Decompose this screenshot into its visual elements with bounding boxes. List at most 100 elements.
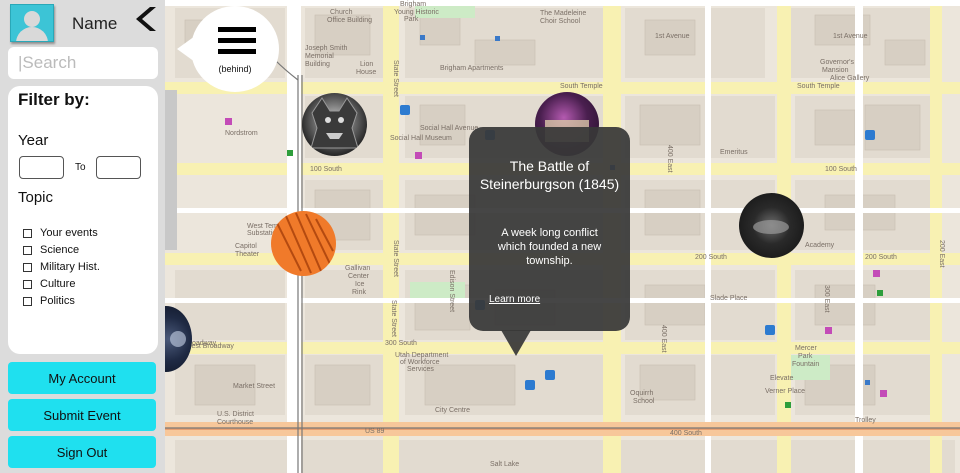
topic-label-text: Politics (40, 295, 75, 307)
event-pin-carrots[interactable] (271, 211, 336, 276)
topic-politics[interactable]: Politics (23, 294, 75, 308)
map-label: Mercer (795, 345, 817, 352)
map-label: Social Hall Avenue (420, 125, 478, 132)
learn-more-link[interactable]: Learn more (489, 294, 540, 305)
topic-science[interactable]: Science (23, 243, 79, 257)
map-label: Young Historic (394, 9, 439, 16)
map-label: Brigham (400, 1, 426, 8)
map-label: Gallivan (345, 265, 370, 272)
popup-description: A week long conflict which founded a new… (497, 227, 602, 267)
gargoyle-icon (310, 97, 359, 149)
map-label: 200 South (865, 254, 897, 261)
map-label: Brigham Apartments (440, 65, 504, 72)
map-label: Emeritus (720, 149, 748, 156)
map-label: Capitol (235, 243, 257, 250)
map-label: Mansion (822, 67, 849, 74)
user-icon-body (16, 27, 48, 41)
hamburger-menu-button[interactable]: (behind) (191, 6, 279, 92)
checkbox[interactable] (23, 296, 32, 306)
menu-icon (218, 49, 256, 54)
topic-culture[interactable]: Culture (23, 277, 75, 291)
map-label: State Street (392, 240, 399, 277)
map-label: Church (330, 9, 353, 16)
topic-label-text: Military Hist. (40, 261, 100, 273)
map-label: Governor's (820, 59, 855, 66)
map-label: 100 South (310, 166, 342, 173)
map-label: Rink (352, 289, 367, 296)
map-label: Park (404, 16, 419, 23)
year-from-input[interactable] (19, 156, 64, 179)
map-label: Park (798, 353, 813, 360)
map-label: Edison Street (448, 270, 455, 312)
map-label: 300 South (385, 340, 417, 347)
map-label: U.S. District (217, 411, 254, 418)
search-input[interactable] (8, 47, 158, 79)
map-label: Trolley (855, 417, 876, 424)
map-label: Social Hall Museum (390, 135, 452, 142)
user-name: Name (72, 14, 118, 33)
topic-label-text: Your events (40, 227, 98, 239)
map-label: Academy (805, 242, 835, 249)
topic-label-text: Science (40, 244, 80, 256)
sidebar: Name Filter by: Year To Topic Your event… (0, 0, 165, 473)
checkbox[interactable] (23, 228, 32, 238)
map-label: Salt Lake (490, 461, 519, 468)
filter-title: Filter by: (18, 90, 90, 109)
map-label: US 89 (365, 428, 385, 435)
map-label: 400 East (666, 145, 673, 173)
topic-your-events[interactable]: Your events (23, 226, 98, 240)
topic-label: Topic (18, 189, 54, 206)
map-label: South Temple (797, 83, 840, 90)
map-label: 100 South (825, 166, 857, 173)
map-label: Choir School (540, 18, 581, 25)
collapse-sidebar-button[interactable] (134, 6, 160, 32)
map-label: West Broadway (185, 343, 234, 350)
map-label: Joseph Smith (305, 45, 348, 52)
my-account-button[interactable]: My Account (8, 362, 156, 394)
avatar[interactable] (10, 4, 54, 42)
map-label: House (356, 69, 376, 76)
map-label: Alice Gallery (830, 75, 870, 82)
carrots-icon (275, 212, 334, 274)
year-to-label: To (75, 162, 86, 173)
map-label: Oquirrh (630, 390, 653, 397)
map-label: Nordstrom (225, 130, 258, 137)
map-label: School (633, 398, 655, 405)
map-label: Market Street (233, 383, 275, 390)
map-label: 300 East (823, 285, 830, 313)
checkbox[interactable] (23, 245, 32, 255)
year-label: Year (18, 132, 49, 149)
map-label: State Street (390, 300, 397, 337)
topic-label-text: Culture (40, 278, 76, 290)
map-label: Slade Place (710, 295, 747, 302)
map-label: Utah Department (395, 352, 448, 359)
checkbox[interactable] (23, 262, 32, 272)
event-popup: The Battle of Steinerburgson (1845) A we… (469, 127, 630, 331)
year-to-input[interactable] (96, 156, 141, 179)
event-pin-gargoyle[interactable] (302, 93, 367, 156)
map-label: of Workforce (400, 359, 440, 366)
map-label: Courthouse (217, 419, 253, 426)
map-label: Verner Place (765, 388, 805, 395)
menu-bubble-tail (177, 36, 195, 62)
topic-military-history[interactable]: Military Hist. (23, 260, 100, 274)
map-label: Lion (360, 61, 373, 68)
sign-out-button[interactable]: Sign Out (8, 436, 156, 468)
map-label: 1st Avenue (655, 33, 690, 40)
map-label: Building (305, 61, 330, 68)
menu-icon (218, 38, 256, 43)
event-pin-stage[interactable] (739, 193, 804, 258)
checkbox[interactable] (23, 279, 32, 289)
behind-label: (behind) (218, 64, 252, 74)
submit-event-button[interactable]: Submit Event (8, 399, 156, 431)
map-label: 1st Avenue (833, 33, 868, 40)
user-icon (24, 11, 40, 27)
map-label: Services (407, 366, 434, 373)
map-label: 200 East (938, 240, 945, 268)
map-label: Fountain (792, 361, 819, 368)
map-label: The Madeleine (540, 10, 586, 17)
map-label: City Centre (435, 407, 470, 414)
photo-icon (753, 220, 789, 234)
filter-panel: Filter by: Year To Topic Your events Sci… (8, 86, 158, 354)
map-label: 400 South (670, 430, 702, 437)
